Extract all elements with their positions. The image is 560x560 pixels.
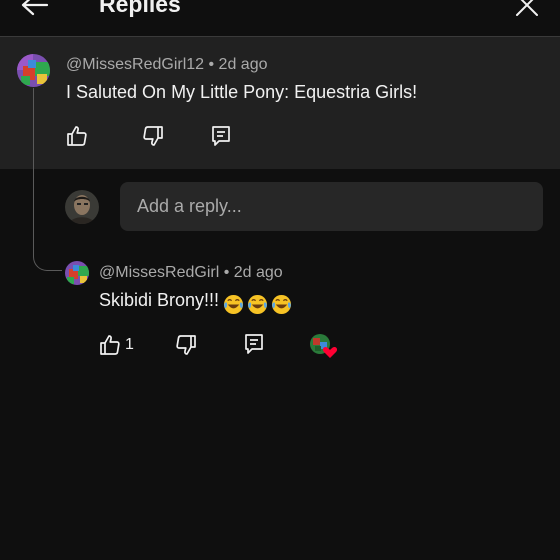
reply-text: Skibidi Brony!!!: [99, 290, 220, 310]
reply-text-row: Skibidi Brony!!!: [99, 289, 295, 315]
thumbs-down-icon[interactable]: [174, 333, 198, 357]
creator-heart-icon: [310, 334, 337, 358]
like-count: 1: [125, 336, 134, 353]
avatar[interactable]: [17, 54, 50, 87]
face-with-tears-of-joy-icon: [248, 294, 268, 314]
face-with-tears-of-joy-icon: [224, 294, 244, 314]
avatar-image-icon: [17, 54, 50, 87]
my-avatar[interactable]: [65, 190, 99, 224]
thumbs-up-icon[interactable]: [98, 333, 122, 357]
thumbs-down-icon[interactable]: [141, 124, 165, 148]
replies-header: Replies: [0, 0, 560, 37]
reply-meta: @MissesRedGirl • 2d ago: [99, 264, 283, 281]
thread-connector: [33, 88, 62, 271]
thumbs-up-icon[interactable]: [65, 124, 89, 148]
person-avatar-icon: [65, 190, 99, 224]
avatar[interactable]: [65, 261, 89, 285]
page-title: Replies: [99, 0, 181, 17]
comment-meta: @MissesRedGirl12 • 2d ago: [66, 56, 268, 73]
comment-text: I Saluted On My Little Pony: Equestria G…: [66, 82, 418, 102]
reply-icon[interactable]: [242, 332, 266, 356]
replies-screen: Replies @MissesRedGirl12 • 2d ago I Salu…: [0, 0, 560, 560]
face-with-tears-of-joy-icon: [272, 294, 292, 314]
arrow-left-icon[interactable]: [20, 0, 50, 20]
avatar-image-icon: [65, 261, 89, 285]
reply-icon[interactable]: [209, 124, 233, 148]
close-icon[interactable]: [514, 0, 540, 18]
add-reply-input[interactable]: [120, 182, 543, 231]
emoji-group: [223, 292, 295, 315]
